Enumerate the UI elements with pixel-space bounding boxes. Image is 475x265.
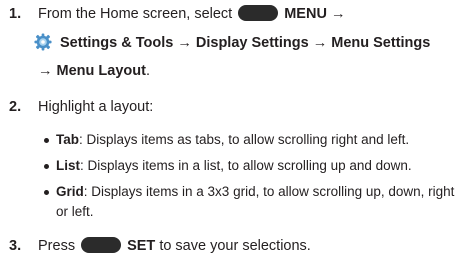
layout-description: : Displays items as tabs, to allow scrol…	[79, 132, 410, 147]
layout-description-continued: or left.	[56, 204, 94, 219]
bullet-icon	[44, 164, 49, 169]
step-2-text: Highlight a layout:	[38, 99, 154, 115]
layout-term: Tab	[56, 132, 79, 147]
layout-description: : Displays items in a list, to allow scr…	[80, 158, 412, 173]
step-1-number: 1.	[9, 6, 22, 22]
oval-soft-key-icon	[238, 5, 279, 21]
step-2-number: 2.	[9, 99, 22, 115]
layout-term: Grid	[56, 184, 84, 199]
menu-layout-path: → Menu Layout	[38, 63, 146, 79]
instruction-document: 1. From the Home screen, select MENU → S…	[0, 0, 475, 265]
bullet-icon	[44, 190, 49, 195]
step-3-number: 3.	[9, 238, 22, 254]
set-key-label: SET	[127, 238, 156, 254]
oval-soft-key-icon	[81, 237, 122, 253]
bullet-icon	[44, 138, 49, 143]
step-1-line-1: From the Home screen, select MENU →	[38, 5, 346, 22]
settings-gear-icon	[34, 33, 52, 51]
layout-description: : Displays items in a 3x3 grid, to allow…	[83, 184, 455, 199]
menu-key-label: MENU →	[284, 6, 346, 22]
settings-path: Settings & Tools → Display Settings → Me…	[60, 35, 431, 51]
layout-term: List	[56, 158, 81, 173]
